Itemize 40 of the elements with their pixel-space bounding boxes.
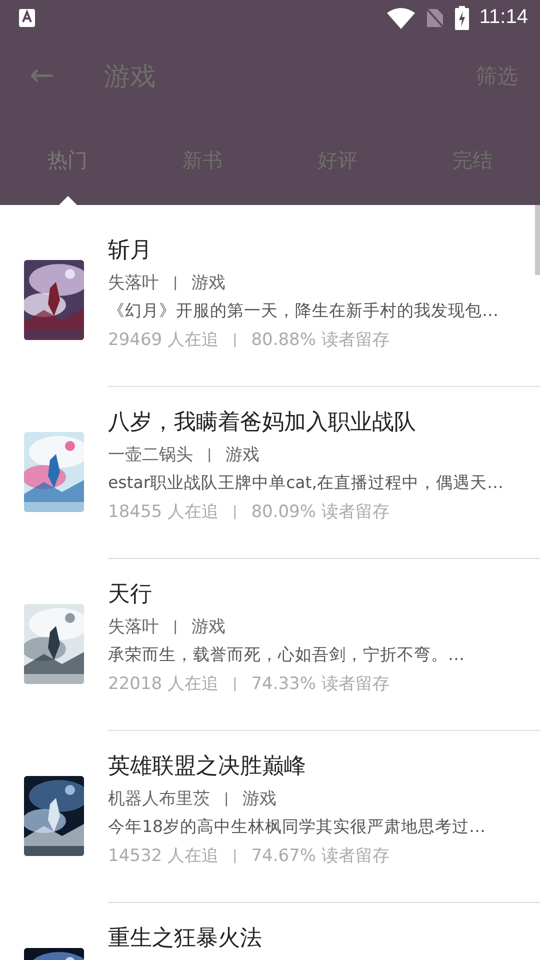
book-title[interactable]: 重生之狂暴火法 <box>108 923 262 953</box>
author-name: 失落叶 <box>108 616 159 638</box>
author-name: 一壶二锅头 <box>108 444 193 466</box>
category-label: 游戏 <box>226 444 260 466</box>
book-title[interactable]: 八岁，我瞒着爸妈加入职业战队 <box>108 407 416 437</box>
book-description: estar职业战队王牌中单cat,在直播过程中，偶遇天… <box>108 472 504 494</box>
separator: | <box>207 446 212 462</box>
author-name: 失落叶 <box>108 272 159 294</box>
scrollbar <box>535 205 540 275</box>
book-title[interactable]: 英雄联盟之决胜巅峰 <box>108 751 306 781</box>
book-description: 今年18岁的高中生林枫同学其实很严肃地思考过… <box>108 816 486 838</box>
separator: | <box>224 790 229 806</box>
author-name: 机器人布里茨 <box>108 788 210 810</box>
category-label: 游戏 <box>192 616 226 638</box>
book-description: 《幻月》开服的第一天，降生在新手村的我发现包… <box>108 300 498 322</box>
retention-rate: 80.88% 读者留存 <box>251 329 390 351</box>
wifi-icon <box>387 6 416 29</box>
book-title[interactable]: 斩月 <box>108 235 152 265</box>
separator: | <box>173 618 178 634</box>
separator: | <box>232 676 238 692</box>
retention-rate: 74.33% 读者留存 <box>251 673 390 695</box>
separator: | <box>232 332 238 348</box>
retention-rate: 74.67% 读者留存 <box>251 845 390 867</box>
retention-rate: 80.09% 读者留存 <box>251 501 390 523</box>
battery-charging-icon <box>455 6 470 30</box>
clock-time: 11:14 <box>479 6 528 30</box>
no-sim-icon <box>425 6 446 29</box>
book-title[interactable]: 天行 <box>108 579 152 609</box>
follower-count: 29469 人在追 <box>108 329 218 351</box>
follower-count: 22018 人在追 <box>108 673 218 695</box>
notification-icon <box>19 8 35 27</box>
separator: | <box>232 504 238 520</box>
separator: | <box>232 848 238 864</box>
category-label: 游戏 <box>192 272 226 294</box>
book-description: 承荣而生，载誉而死，心如吾剑，宁折不弯。… <box>108 644 464 666</box>
follower-count: 14532 人在追 <box>108 845 218 867</box>
separator: | <box>173 274 178 290</box>
category-label: 游戏 <box>242 788 277 810</box>
back-button[interactable]: ← <box>24 61 60 92</box>
follower-count: 18455 人在追 <box>108 501 218 523</box>
